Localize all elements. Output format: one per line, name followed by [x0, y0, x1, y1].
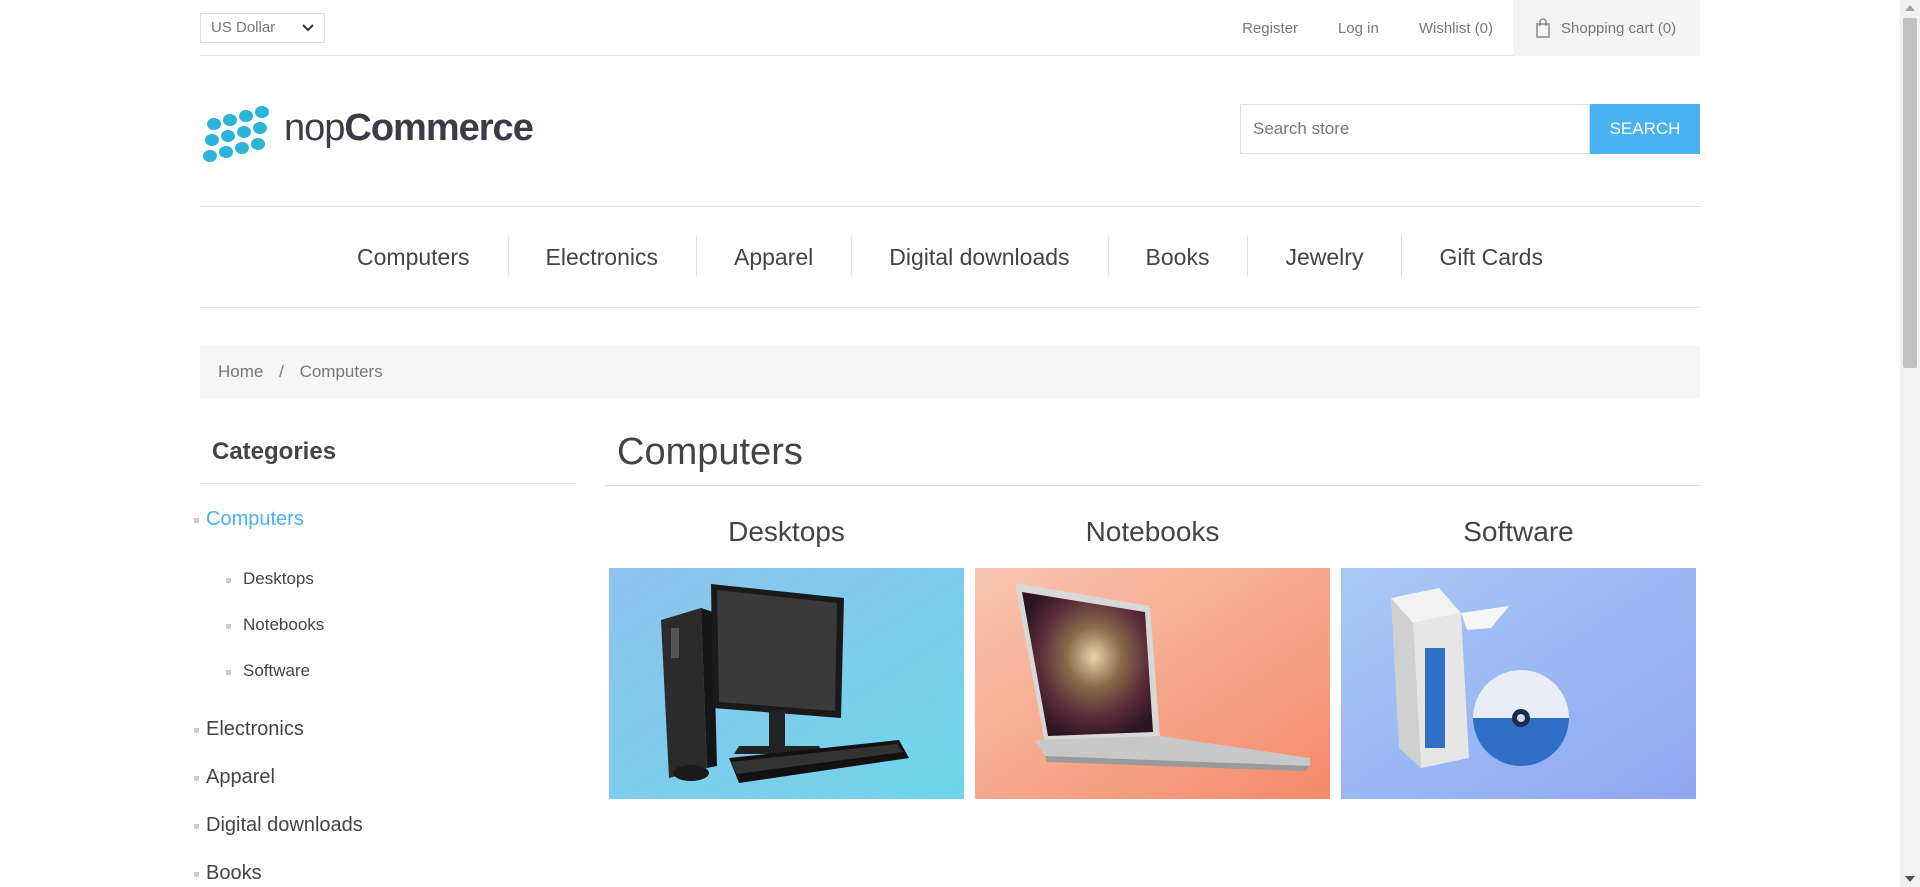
logo-name: Commerce [344, 107, 533, 149]
shopping-cart-label: Shopping cart (0) [1561, 19, 1677, 37]
shopping-cart-link[interactable]: Shopping cart (0) [1513, 0, 1700, 56]
search-input[interactable]: Search store [1240, 104, 1590, 154]
software-box-image[interactable] [1341, 568, 1696, 799]
subcategory-desktops[interactable]: Desktops [609, 516, 964, 799]
subcategory-title[interactable]: Notebooks [975, 516, 1330, 568]
breadcrumb-separator: / [279, 362, 284, 381]
currency-selector-value: US Dollar [211, 19, 276, 36]
breadcrumb-home[interactable]: Home [218, 362, 263, 381]
menu-item-apparel[interactable]: Apparel [695, 235, 851, 276]
header-links: Register Log in Wishlist (0) Shopping ca… [1202, 0, 1700, 56]
search-button[interactable]: SEARCH [1590, 104, 1700, 154]
scrollbar-thumb[interactable] [1903, 18, 1917, 368]
menu-item-digital-downloads[interactable]: Digital downloads [851, 235, 1107, 276]
sidebar-item-computers[interactable]: Computers [194, 508, 304, 531]
subcategory-title[interactable]: Software [1341, 516, 1696, 568]
logo-dots-icon [203, 106, 269, 162]
sidebar-subitem-notebooks[interactable]: Notebooks [225, 615, 324, 635]
top-menu: Computers Electronics Apparel Digital do… [200, 206, 1700, 308]
sidebar-item-books[interactable]: Books [194, 862, 262, 885]
shopping-bag-icon [1536, 18, 1550, 38]
menu-item-books[interactable]: Books [1107, 235, 1248, 276]
chevron-down-icon [302, 24, 314, 32]
breadcrumb-current: Computers [299, 362, 383, 381]
menu-item-jewelry[interactable]: Jewelry [1247, 235, 1401, 276]
subcategory-software[interactable]: Software [1341, 516, 1696, 799]
login-link[interactable]: Log in [1338, 20, 1379, 37]
scroll-down-arrow-icon[interactable] [1905, 875, 1915, 883]
header-upper: US Dollar Register Log in Wishlist (0) S… [200, 0, 1700, 56]
sidebar-item-digital-downloads[interactable]: Digital downloads [194, 814, 363, 837]
categories-title: Categories [200, 432, 576, 484]
notebook-image[interactable] [975, 568, 1330, 799]
subcategory-title[interactable]: Desktops [609, 516, 964, 568]
currency-selector[interactable]: US Dollar [200, 13, 325, 43]
menu-item-electronics[interactable]: Electronics [507, 235, 696, 276]
scroll-up-arrow-icon[interactable] [1905, 4, 1915, 12]
subcategory-notebooks[interactable]: Notebooks [975, 516, 1330, 799]
menu-item-computers[interactable]: Computers [319, 244, 507, 271]
sidebar-subitem-desktops[interactable]: Desktops [226, 569, 314, 589]
logo-prefix: nop [284, 107, 345, 149]
sidebar-item-electronics[interactable]: Electronics [194, 718, 304, 741]
wishlist-link[interactable]: Wishlist (0) [1419, 20, 1493, 37]
sidebar-item-apparel[interactable]: Apparel [194, 766, 275, 789]
menu-item-gift-cards[interactable]: Gift Cards [1401, 235, 1581, 276]
sidebar-subitem-software[interactable]: Software [225, 661, 310, 681]
page-scrollbar[interactable] [1900, 0, 1920, 887]
page-title: Computers [605, 428, 1700, 486]
logo-text: nopCommerce [284, 107, 534, 150]
store-logo[interactable]: nopCommerce [200, 100, 534, 164]
register-link[interactable]: Register [1242, 20, 1298, 37]
breadcrumb: Home / Computers [200, 346, 1700, 398]
desktop-computer-image[interactable] [609, 568, 964, 799]
